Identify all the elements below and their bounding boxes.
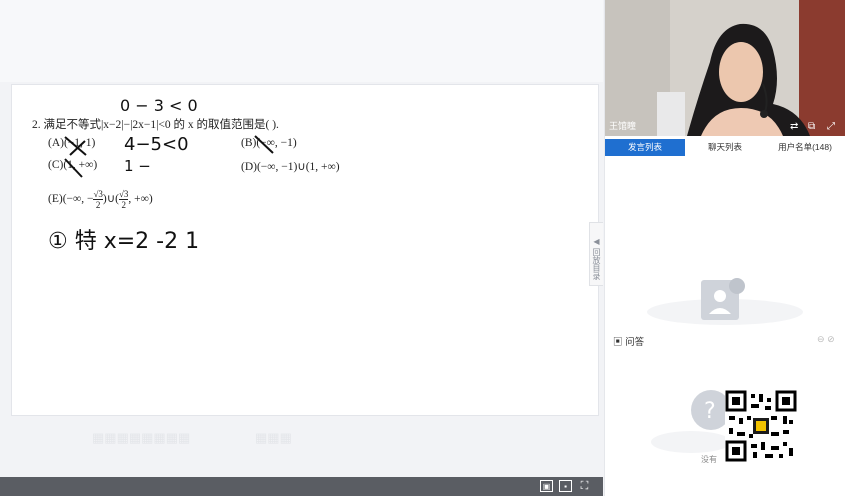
replay-catalog-label: 回放目录 [592, 248, 601, 280]
teacher-name: 王馆瞳 [609, 121, 637, 131]
question-slide: 2. 满足不等式|x−2|−|2x−1|<0 的 x 的取值范围是( ). (A… [11, 84, 599, 416]
handwriting-strokes [64, 135, 274, 178]
question-mark-glyph: ? [704, 399, 716, 424]
qr-finder-tr-core [782, 397, 790, 405]
player-bottom-bar [0, 477, 603, 496]
cross-stroke-c [64, 158, 83, 178]
qr-finder-bl-core [732, 447, 740, 455]
qa-empty-shadow [651, 431, 731, 453]
replay-catalog-tab[interactable]: ◀ 回放目录 [589, 222, 603, 286]
teacher-video: 王馆瞳 ⇄ ⧉ ⤢ [605, 0, 845, 136]
empty-bubble [729, 278, 745, 294]
close-icon[interactable]: ⊘ [827, 334, 835, 344]
side-panel: 王馆瞳 ⇄ ⧉ ⤢ 发言列表 聊天列表 用户名单(148) ▣ 问答 ⊖ ⊘ ?… [604, 0, 850, 496]
empty-qa-illustration: ? [651, 390, 731, 453]
board-top-space [0, 0, 603, 82]
empty-avatar-head [714, 290, 726, 302]
panel-tabs: 发言列表 聊天列表 用户名单(148) [605, 139, 845, 156]
cross-stroke-b [254, 135, 274, 154]
cross-stroke-a [64, 136, 87, 156]
tab-user-list[interactable]: 用户名单(148) [765, 139, 845, 156]
tab-speech-list[interactable]: 发言列表 [605, 139, 685, 156]
qa-title: 问答 [625, 337, 645, 348]
qa-empty-text: 没有 [701, 455, 717, 464]
board-area: 2. 满足不等式|x−2|−|2x−1|<0 的 x 的取值范围是( ). (A… [0, 0, 603, 496]
fullscreen-icon[interactable]: ⛶ [578, 480, 591, 492]
qr-code [725, 390, 797, 462]
mic-head [760, 110, 768, 118]
faded-toolbar-left: ▦▦▦▦▦▦▦▦ [92, 430, 191, 445]
chevron-left-icon: ◀ [593, 237, 600, 246]
teacher-face [719, 42, 763, 102]
video-door [799, 0, 845, 136]
pip-icon[interactable]: ▪ [559, 480, 572, 492]
empty-speech-illustration [647, 278, 803, 325]
switch-icon[interactable]: ⇄ [790, 121, 798, 132]
video-chair [657, 92, 685, 136]
qr-finder-tl-core [732, 397, 740, 405]
faded-toolbar-right: ▦▦▦ [255, 430, 292, 445]
chat-bubbles-icon: ▣ [613, 337, 623, 348]
expand-icon[interactable]: ⤢ [827, 121, 835, 132]
qa-header: ▣ 问答 [613, 334, 644, 348]
tab-chat-list[interactable]: 聊天列表 [685, 139, 765, 156]
qr-center-logo [756, 421, 766, 431]
minimize-icon[interactable]: ⊖ [817, 334, 825, 344]
qa-controls: ⊖ ⊘ [817, 334, 835, 345]
popout-icon[interactable]: ⧉ [808, 121, 815, 132]
teacher-video-frame [605, 0, 845, 136]
screenshot-icon[interactable]: ▣ [540, 480, 553, 492]
